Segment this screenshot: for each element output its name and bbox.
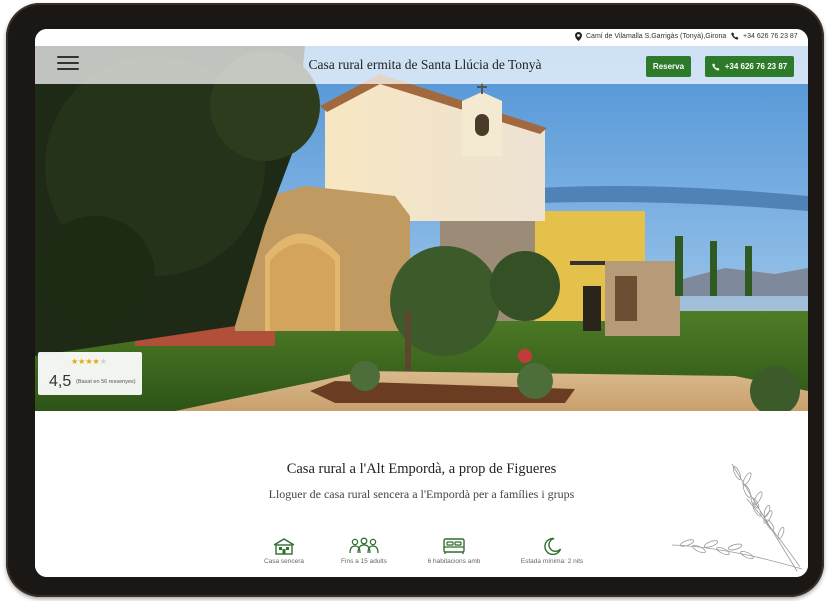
address-text: Camí de Vilamalla S.Garrigàs (Tonyà),Gir… — [586, 33, 727, 40]
moon-icon — [544, 537, 562, 555]
map-pin-icon — [575, 32, 582, 41]
address-info[interactable]: Camí de Vilamalla S.Garrigàs (Tonyà),Gir… — [575, 32, 726, 41]
site-title[interactable]: Casa rural ermita de Santa Llúcia de Ton… — [235, 46, 615, 84]
phone-info[interactable]: +34 626 76 23 87 — [731, 32, 798, 40]
feature-label: Estada mínima: 2 nits — [520, 558, 584, 565]
star-rating: ★★★★★ — [71, 357, 107, 366]
wheat-illustration — [671, 463, 803, 572]
tablet-frame: Camí de Vilamalla S.Garrigàs (Tonyà),Gir… — [6, 3, 824, 597]
feature-label: Fins a 15 adults — [341, 558, 387, 565]
hero-section: Casa rural ermita de Santa Llúcia de Ton… — [35, 46, 808, 411]
house-icon — [273, 538, 295, 555]
intro-section: Casa rural a l'Alt Empordà, a prop de Fi… — [35, 411, 808, 577]
top-nav: Casa rural ermita de Santa Llúcia de Ton… — [35, 46, 808, 84]
people-icon — [349, 537, 379, 554]
screen: Camí de Vilamalla S.Garrigàs (Tonyà),Gir… — [35, 29, 808, 577]
phone-text: +34 626 76 23 87 — [743, 32, 798, 40]
phone-icon — [711, 62, 720, 71]
feature-label: 6 habitacions amb — [427, 558, 481, 565]
feature-min-stay: Estada mínima: 2 nits — [504, 537, 600, 565]
call-button[interactable]: +34 626 76 23 87 — [705, 56, 794, 77]
top-info-bar: Camí de Vilamalla S.Garrigàs (Tonyà),Gir… — [35, 29, 808, 46]
phone-icon — [731, 32, 739, 40]
rating-badge[interactable]: ★★★★★ 4,5 (Basat en 56 ressenyes) — [38, 352, 142, 395]
rating-score: 4,5 — [49, 373, 72, 390]
review-count: (Basat en 56 ressenyes) — [76, 379, 136, 385]
menu-icon[interactable] — [57, 56, 79, 72]
reserve-button[interactable]: Reserva — [646, 56, 691, 77]
feature-capacity: Fins a 15 adults — [316, 537, 412, 565]
bed-icon — [443, 538, 465, 554]
feature-rooms: 6 habitacions amb — [406, 537, 502, 565]
hero-photo — [35, 46, 808, 411]
call-button-label: +34 626 76 23 87 — [724, 62, 788, 71]
